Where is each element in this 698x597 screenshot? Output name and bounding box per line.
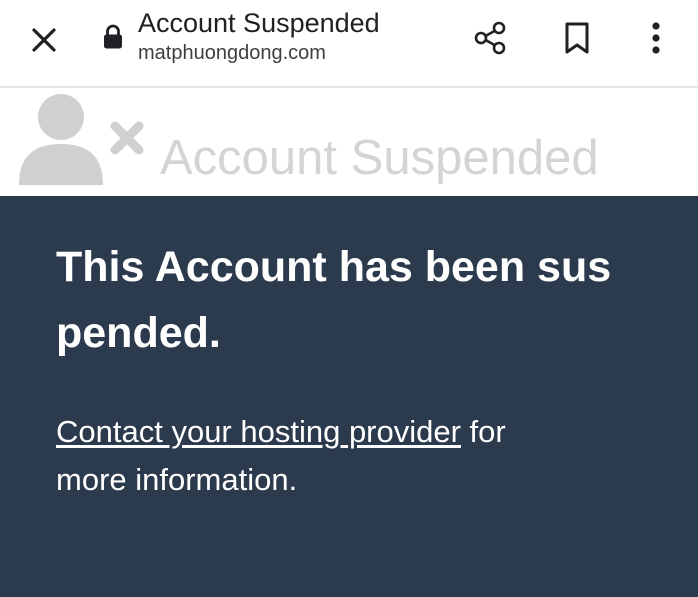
notice-heading: This Account has been sus pended. — [56, 234, 656, 366]
close-icon — [32, 28, 56, 52]
contact-provider-link[interactable]: Contact your hosting provider — [56, 414, 461, 449]
browser-toolbar: Account Suspended matphuongdong.com — [0, 0, 698, 86]
suspension-notice-panel: This Account has been sus pended. Contact… — [0, 196, 698, 597]
share-icon — [474, 21, 506, 55]
lock-icon — [98, 22, 128, 52]
bookmark-icon — [565, 22, 589, 54]
page-info[interactable]: Account Suspended matphuongdong.com — [138, 6, 380, 66]
page-title: Account Suspended — [138, 8, 380, 38]
more-options-button[interactable] — [634, 16, 678, 60]
suspended-heading: Account Suspended — [160, 131, 599, 185]
close-button[interactable] — [22, 18, 66, 62]
page-url: matphuongdong.com — [138, 42, 326, 64]
suspended-header: Account Suspended — [0, 88, 698, 196]
notice-info-line2: more information. — [56, 462, 298, 497]
user-suspended-icon — [19, 94, 144, 185]
share-button[interactable] — [468, 16, 512, 60]
notice-heading-line1: This Account has been sus — [56, 243, 612, 291]
notice-heading-line2: pended. — [56, 309, 221, 357]
notice-info: Contact your hosting provider for more in… — [56, 408, 656, 504]
bookmark-button[interactable] — [555, 16, 599, 60]
more-vert-icon — [652, 22, 660, 54]
notice-info-suffix: for — [460, 414, 506, 449]
